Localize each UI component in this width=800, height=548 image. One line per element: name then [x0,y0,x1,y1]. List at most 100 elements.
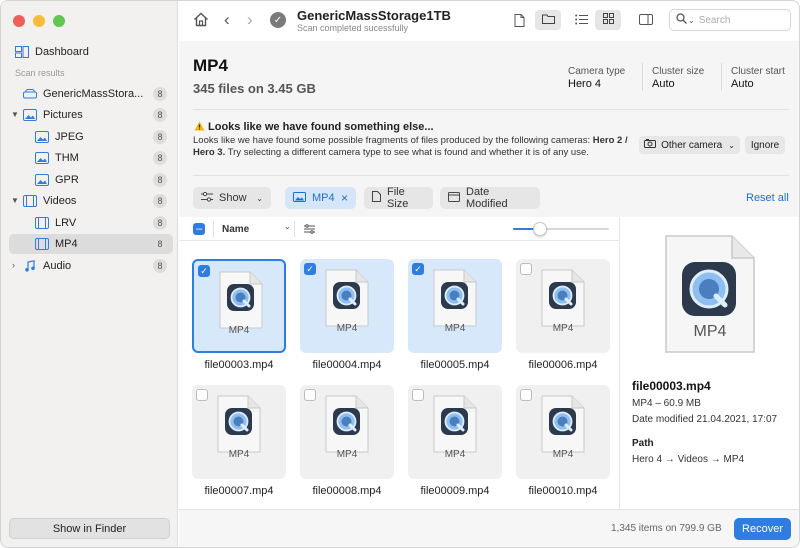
file-card[interactable]: ✓ MP4 [192,259,286,353]
file-card[interactable]: MP4 [516,385,610,479]
picture-icon [35,131,49,143]
select-all-checkbox[interactable]: – [193,223,205,235]
sidebar-item-label: MP4 [55,238,78,250]
grid-view-button[interactable] [595,10,621,30]
file-name: file00008.mp4 [312,485,382,497]
film-icon [35,217,49,229]
sidebar-item-label: LRV [55,217,77,229]
reset-all-link[interactable]: Reset all [746,192,789,204]
ignore-button[interactable]: Ignore [745,136,785,154]
show-in-finder-button[interactable]: Show in Finder [9,518,170,539]
sidebar-item-thm[interactable]: THM 8 [9,148,173,168]
chevron-down-icon[interactable]: ▼ [11,110,19,119]
notice-title: Looks like we have found something else.… [208,121,434,133]
list-header: – Name ⌄ [179,217,619,241]
show-filter-dropdown[interactable]: Show ⌄ [193,187,271,209]
file-checkbox[interactable]: ✓ [198,265,210,277]
folder-icon [541,14,555,27]
calendar-icon [448,191,460,205]
show-filter-label: Show [219,192,247,204]
video-file-icon [541,269,585,330]
date-modified-filter-button[interactable]: Date Modified [440,186,540,210]
scan-results-heading: Scan results [15,68,65,78]
file-checkbox[interactable] [412,389,424,401]
sidebar-item-mp4[interactable]: MP4 8 [9,234,173,254]
sidebar-toggle-icon[interactable] [639,14,653,28]
page-title: MP4 [193,56,228,75]
folder-view-button[interactable] [535,10,561,30]
type-filter-label: MP4 [312,192,335,204]
file-type-badge: MP4 [336,323,358,334]
slider-knob[interactable] [533,222,547,236]
camera-type-label: Camera type [568,66,626,77]
close-window-button[interactable] [13,15,25,27]
file-checkbox[interactable]: ✓ [412,263,424,275]
notice-body: Looks like we have found some possible f… [193,135,633,159]
cluster-size-label: Cluster size [652,66,705,77]
close-icon[interactable]: × [341,191,348,205]
search-field[interactable]: ⌄ Search [669,9,791,31]
name-column-header[interactable]: Name [222,224,249,235]
preview-type-size: MP4 – 60.9 MB [632,398,701,409]
file-size-filter-button[interactable]: File Size [364,186,433,210]
preview-path-label: Path [632,438,654,449]
file-card[interactable]: ✓ MP4 [300,259,394,353]
sidebar-item-jpeg[interactable]: JPEG 8 [9,127,173,147]
video-file-icon [433,269,477,330]
back-arrow-icon[interactable]: ‹ [224,10,230,30]
sidebar-item-label: Pictures [43,109,83,121]
list-view-icon[interactable] [575,14,588,28]
sidebar-item-lrv[interactable]: LRV 8 [9,213,173,233]
home-icon[interactable] [193,12,209,30]
sidebar-item-label: Dashboard [35,46,89,58]
results-header: MP4 345 files on 3.45 GB Camera type Her… [179,41,799,221]
cluster-size-value: Auto [652,78,675,90]
recover-button[interactable]: Recover [734,518,791,540]
column-settings-icon[interactable] [304,224,315,237]
file-checkbox[interactable] [304,389,316,401]
file-checkbox[interactable] [520,263,532,275]
picture-icon [293,191,306,205]
forward-arrow-icon[interactable]: › [247,10,253,30]
file-checkbox[interactable] [196,389,208,401]
picture-icon [35,152,49,164]
video-file-icon [217,395,261,456]
divider [193,175,789,176]
chevron-down-icon[interactable]: ⌄ [284,222,291,231]
sidebar-item-audio[interactable]: › Audio 8 [9,256,173,276]
sidebar-item-dashboard[interactable]: Dashboard [15,42,165,62]
video-file-icon [325,269,369,330]
chevron-right-icon[interactable]: › [12,260,15,270]
divider [213,221,214,237]
file-type-badge: MP4 [228,325,250,336]
other-camera-dropdown[interactable]: Other camera ⌄ [639,136,740,154]
file-checkbox[interactable] [520,389,532,401]
preview-panel: MP4 file00003.mp4 MP4 – 60.9 MB Date mod… [619,217,799,509]
file-checkbox[interactable]: ✓ [304,263,316,275]
file-name: file00009.mp4 [420,485,490,497]
video-file-icon [325,395,369,456]
zoom-window-button[interactable] [53,15,65,27]
chevron-down-icon[interactable]: ▼ [11,196,19,205]
drive-icon [23,88,37,100]
sidebar-item-gpr[interactable]: GPR 8 [9,170,173,190]
sidebar-item-label: GPR [55,174,79,186]
sidebar-item-drive[interactable]: GenericMassStora... 8 [9,84,173,104]
warning-icon [194,121,205,134]
sidebar-item-pictures[interactable]: ▼ Pictures 8 [9,105,173,125]
drive-title: GenericMassStorage1TB [297,8,451,23]
footer-status: 1,345 items on 799.9 GB [611,523,722,534]
type-filter-chip[interactable]: MP4 × [285,187,356,209]
minimize-window-button[interactable] [33,15,45,27]
file-card[interactable]: MP4 [192,385,286,479]
file-card[interactable]: ✓ MP4 [408,259,502,353]
notice-body-prefix: Looks like we have found some possible f… [193,135,591,146]
count-badge: 8 [153,259,167,273]
file-card[interactable]: MP4 [516,259,610,353]
sidebar-item-label: JPEG [55,131,84,143]
thumbnail-size-slider[interactable] [513,222,609,236]
file-card[interactable]: MP4 [300,385,394,479]
file-card[interactable]: MP4 [408,385,502,479]
document-icon[interactable] [514,14,525,30]
sidebar-item-videos[interactable]: ▼ Videos 8 [9,191,173,211]
